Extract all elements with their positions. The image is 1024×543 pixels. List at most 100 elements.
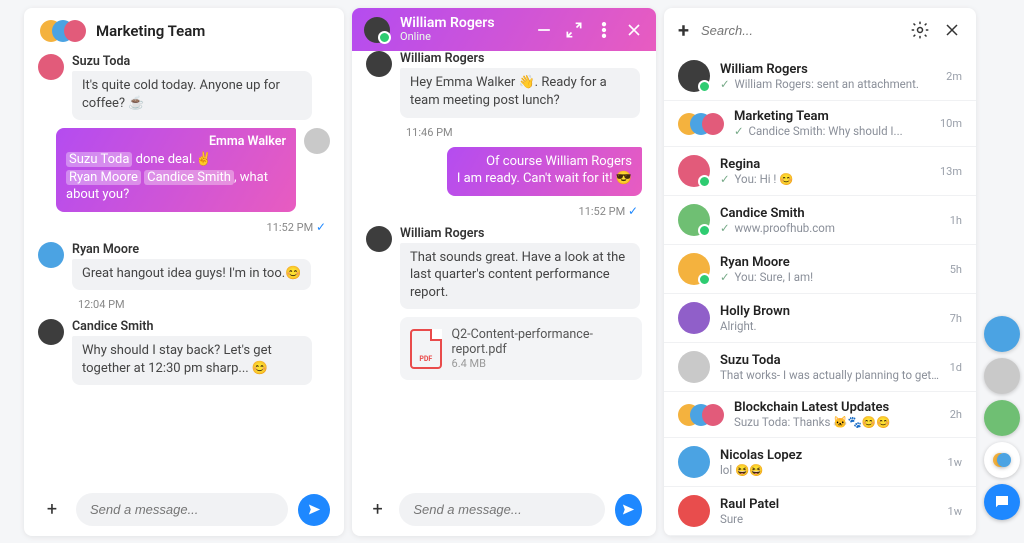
dm-status: Online: [400, 31, 524, 43]
group-title: Marketing Team: [96, 22, 205, 40]
dm-title: William Rogers: [400, 16, 524, 31]
quick-avatar[interactable]: [984, 358, 1020, 394]
sender-name: William Rogers: [400, 226, 642, 241]
close-button[interactable]: [624, 20, 644, 40]
attach-button[interactable]: +: [38, 496, 66, 524]
avatar: [678, 204, 710, 236]
conversation-item[interactable]: Suzu Toda That works- I was actually pla…: [664, 343, 976, 392]
conversation-time: 5h: [950, 263, 962, 276]
read-check-icon: ✓: [316, 220, 326, 234]
search-input[interactable]: [701, 23, 898, 38]
expand-button[interactable]: [564, 20, 584, 40]
new-chat-button[interactable]: +: [678, 18, 689, 42]
sender-name: William Rogers: [400, 51, 640, 66]
avatar: [678, 113, 724, 135]
attach-button[interactable]: +: [366, 496, 389, 524]
avatar: [366, 51, 392, 77]
conversations-panel: + William Rogers✓ William Rogers: sent a…: [664, 8, 976, 536]
message-bubble: That sounds great. Have a look at the la…: [400, 243, 640, 310]
settings-button[interactable]: [910, 20, 930, 40]
avatar: [678, 495, 710, 527]
conversation-name: Raul Patel: [720, 497, 938, 512]
attachment[interactable]: Q2-Content-performance-report.pdf 6.4 MB: [400, 317, 642, 380]
conversation-preview: lol 😆😆: [720, 463, 938, 477]
more-icon: [594, 20, 614, 40]
send-button[interactable]: [615, 494, 642, 526]
more-button[interactable]: [594, 20, 614, 40]
conversation-name: Ryan Moore: [720, 255, 940, 270]
conversation-preview: Suzu Toda: Thanks 🐱🐾😊😊: [734, 415, 940, 429]
message-bubble: It's quite cold today. Anyone up for cof…: [72, 71, 312, 120]
timestamp: 11:46 PM: [366, 126, 642, 139]
group-chat-panel: Marketing Team Suzu Toda It's quite cold…: [24, 8, 344, 536]
message-outgoing: Of course William Rogers I am ready. Can…: [366, 147, 642, 196]
avatar: [678, 302, 710, 334]
close-icon: [624, 20, 644, 40]
conversation-item[interactable]: Marketing Team✓ Candice Smith: Why shoul…: [664, 101, 976, 147]
gear-icon: [910, 20, 930, 40]
conversation-item[interactable]: Regina✓ You: Hi ! 😊 13m: [664, 147, 976, 196]
timestamp: 11:52 PM ✓: [366, 204, 642, 218]
conversation-name: Candice Smith: [720, 206, 940, 221]
message-outgoing: Emma Walker Suzu Toda done deal.✌️ Ryan …: [38, 128, 330, 212]
conversation-name: Suzu Toda: [720, 353, 940, 368]
avatar: [38, 242, 64, 268]
composer: +: [24, 483, 344, 536]
sender-name: Emma Walker: [66, 134, 286, 151]
open-chat-button[interactable]: [984, 484, 1020, 520]
conversation-preview: ✓ Candice Smith: Why should I...: [734, 124, 930, 138]
message: Candice Smith Why should I stay back? Le…: [38, 319, 330, 385]
conversation-item[interactable]: Nicolas Lopez lol 😆😆1w: [664, 438, 976, 487]
composer: +: [352, 483, 656, 536]
timestamp: 11:52 PM ✓: [38, 220, 330, 234]
conversation-preview: ✓ You: Hi ! 😊: [720, 172, 930, 186]
conversation-item[interactable]: William Rogers✓ William Rogers: sent an …: [664, 52, 976, 101]
conversation-item[interactable]: Raul Patel Sure 1w: [664, 487, 976, 536]
avatar: [38, 54, 64, 80]
conversation-name: Blockchain Latest Updates: [734, 400, 940, 415]
quick-avatar[interactable]: [984, 316, 1020, 352]
minimize-icon: [534, 20, 554, 40]
pdf-icon: [410, 329, 442, 369]
close-button[interactable]: [942, 20, 962, 40]
conversation-time: 7h: [950, 312, 962, 325]
read-check-icon: ✓: [628, 204, 638, 218]
avatar: [678, 351, 710, 383]
dm-header: William Rogers Online: [352, 8, 656, 51]
message: Suzu Toda It's quite cold today. Anyone …: [38, 54, 330, 120]
conversation-preview: Sure: [720, 512, 938, 526]
avatar: [678, 60, 710, 92]
message: William Rogers Hey Emma Walker 👋. Ready …: [366, 51, 642, 117]
group-avatars: [40, 20, 86, 42]
avatar: [304, 128, 330, 154]
message: Ryan Moore Great hangout idea guys! I'm …: [38, 242, 330, 291]
conversation-time: 1w: [948, 456, 962, 469]
send-button[interactable]: [298, 494, 330, 526]
quick-avatar-group[interactable]: [984, 442, 1020, 478]
sender-name: Candice Smith: [72, 319, 312, 334]
conversation-time: 1w: [948, 505, 962, 518]
send-icon: [621, 502, 636, 517]
conversation-time: 10m: [940, 117, 962, 130]
message-bubble: Why should I stay back? Let's get togeth…: [72, 336, 312, 385]
quick-avatar[interactable]: [984, 400, 1020, 436]
conversation-name: Regina: [720, 157, 930, 172]
conversation-item[interactable]: Ryan Moore✓ You: Sure, I am!5h: [664, 245, 976, 294]
conversation-preview: Alright.: [720, 319, 940, 333]
avatar: [364, 17, 390, 43]
expand-icon: [564, 20, 584, 40]
quick-chat-rail: [984, 316, 1020, 520]
dm-messages: William Rogers Hey Emma Walker 👋. Ready …: [352, 51, 656, 483]
message-input[interactable]: [399, 493, 605, 526]
send-icon: [307, 502, 322, 517]
minimize-button[interactable]: [534, 20, 554, 40]
conversation-item[interactable]: Holly Brown Alright.7h: [664, 294, 976, 343]
sender-name: Suzu Toda: [72, 54, 312, 69]
conversation-time: 13m: [940, 165, 962, 178]
conversations-header: +: [664, 8, 976, 52]
conversation-item[interactable]: Blockchain Latest Updates Suzu Toda: Tha…: [664, 392, 976, 438]
message-input[interactable]: [76, 493, 288, 526]
conversation-item[interactable]: Candice Smith✓ www.proofhub.com1h: [664, 196, 976, 245]
group-chat-header: Marketing Team: [24, 8, 344, 54]
avatar: [678, 155, 710, 187]
